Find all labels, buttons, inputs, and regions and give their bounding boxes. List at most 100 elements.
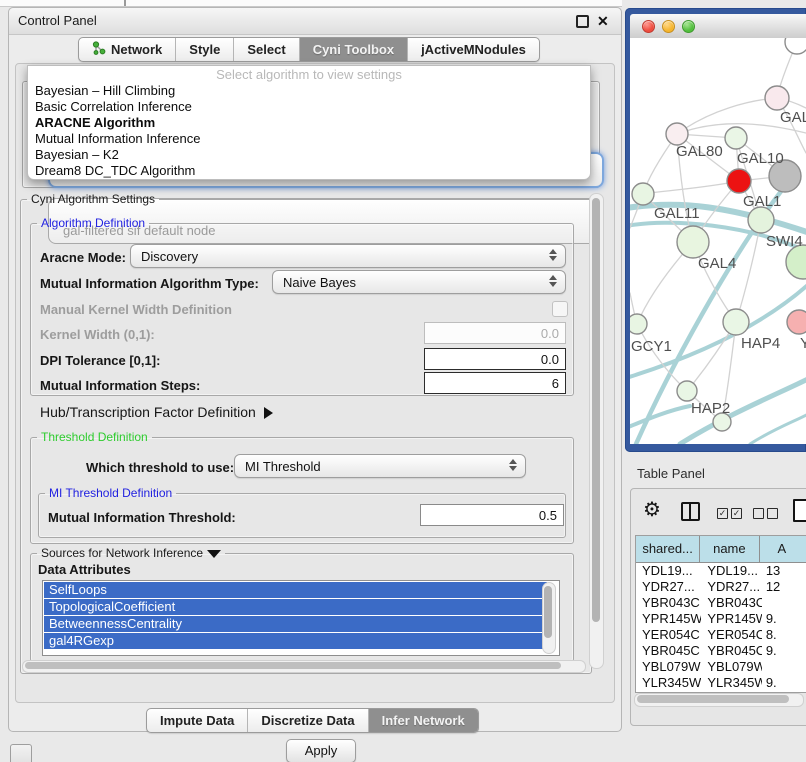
popup-prompt: Select algorithm to view settings <box>28 66 590 83</box>
network-node-label: GAL4 <box>698 255 736 272</box>
mac-minimize-icon[interactable] <box>662 20 675 33</box>
tab-discretize-data[interactable]: Discretize Data <box>248 709 368 732</box>
tab-infer-network[interactable]: Infer Network <box>369 709 478 732</box>
restore-icon[interactable] <box>576 15 589 28</box>
tab-network[interactable]: Network <box>79 38 176 61</box>
network-canvas[interactable]: GALGAL80GAL10GAL1GAL11SWI4GAL4GCY1HAP4YH… <box>630 38 806 444</box>
mi-type-label: Mutual Information Algorithm Type: <box>40 276 259 291</box>
data-attributes-list[interactable]: SelfLoopsTopologicalCoefficientBetweenne… <box>42 580 560 656</box>
which-threshold-combobox[interactable]: MI Threshold <box>234 454 526 478</box>
apply-button[interactable]: Apply <box>286 739 356 762</box>
tab-discretize-label: Discretize Data <box>261 713 354 728</box>
select-all-checks-icon[interactable]: ✓✓ <box>717 505 745 523</box>
table-row[interactable]: YBL079WYBL079W <box>636 659 806 675</box>
mac-close-icon[interactable] <box>642 20 655 33</box>
table-cell: 9. <box>762 643 806 659</box>
network-node-label: GAL <box>780 109 806 126</box>
gear-icon[interactable]: ⚙ <box>643 498 661 522</box>
tab-style[interactable]: Style <box>176 38 234 61</box>
table-row[interactable]: YDR27...YDR27...12 <box>636 579 806 595</box>
settings-horizontal-scrollbar[interactable] <box>22 660 586 673</box>
network-node[interactable] <box>785 38 806 54</box>
table-panel-title: Table Panel <box>637 466 705 481</box>
column-header-shared[interactable]: shared... <box>636 536 700 562</box>
network-node-label: GAL11 <box>654 205 700 222</box>
column-header-name[interactable]: name <box>700 536 759 562</box>
algorithm-option[interactable]: ARACNE Algorithm <box>28 115 590 131</box>
tab-cyni-label: Cyni Toolbox <box>313 42 394 57</box>
attributes-list-scrollbar[interactable] <box>542 582 556 654</box>
settings-vertical-scrollbar[interactable] <box>589 193 604 669</box>
table-row[interactable]: YER054CYER054C8. <box>636 627 806 643</box>
table-cell: YER054C <box>701 627 761 643</box>
table-row[interactable]: YLR345WYLR345W9. <box>636 675 806 691</box>
table-row[interactable]: YDL19...YDL19...13 <box>636 563 806 579</box>
table-row[interactable]: YBR043CYBR043C <box>636 595 806 611</box>
combo-arrows-icon <box>509 459 517 471</box>
tab-impute-data[interactable]: Impute Data <box>147 709 248 732</box>
top-strip <box>0 0 622 7</box>
attribute-list-item[interactable]: gal4RGexp <box>44 633 547 649</box>
network-node[interactable] <box>727 169 751 193</box>
mac-zoom-icon[interactable] <box>682 20 695 33</box>
tab-cyni-toolbox[interactable]: Cyni Toolbox <box>300 38 408 61</box>
table-row[interactable]: YBR045CYBR045C9. <box>636 643 806 659</box>
network-node[interactable] <box>630 314 647 334</box>
network-node[interactable] <box>748 207 774 233</box>
mi-steps-field[interactable]: 6 <box>424 372 566 394</box>
document-icon[interactable] <box>793 499 806 522</box>
dpi-tolerance-field[interactable]: 0.0 <box>424 348 566 370</box>
which-threshold-value: MI Threshold <box>245 459 321 474</box>
network-node[interactable] <box>765 86 789 110</box>
algorithm-option[interactable]: Bayesian – K2 <box>28 147 590 163</box>
mi-threshold-field[interactable]: 0.5 <box>420 504 564 526</box>
network-node-label: GCY1 <box>631 338 672 355</box>
network-edge <box>630 283 806 378</box>
network-window-titlebar[interactable] <box>630 14 806 39</box>
close-icon[interactable]: ✕ <box>597 15 609 27</box>
network-node[interactable] <box>725 127 747 149</box>
attribute-list-item[interactable]: SelfLoops <box>44 582 547 598</box>
column-header-third[interactable]: A <box>760 536 806 562</box>
data-attributes-label: Data Attributes <box>38 562 131 577</box>
tab-select[interactable]: Select <box>234 38 299 61</box>
algorithm-option[interactable]: Dream8 DC_TDC Algorithm <box>28 163 590 179</box>
deselect-all-checks-icon[interactable] <box>753 505 781 523</box>
mi-type-combobox[interactable]: Naive Bayes <box>272 270 566 294</box>
collapse-down-icon <box>207 550 221 558</box>
network-node[interactable] <box>632 183 654 205</box>
node-table: shared... name A YDL19...YDL19...13YDR27… <box>635 535 806 693</box>
kernel-width-field[interactable]: 0.0 <box>424 322 566 344</box>
network-node[interactable] <box>677 381 697 401</box>
aracne-mode-combobox[interactable]: Discovery <box>130 244 566 268</box>
table-horizontal-scrollbar[interactable] <box>634 693 804 707</box>
network-node[interactable] <box>723 309 749 335</box>
control-panel-titlebar: Control Panel ✕ <box>9 8 621 35</box>
table-cell: YBR045C <box>636 643 701 659</box>
hub-definition-toggle[interactable]: Hub/Transcription Factor Definition <box>40 404 273 420</box>
tab-jactivemnodules[interactable]: jActiveMNodules <box>408 38 539 61</box>
network-node[interactable] <box>666 123 688 145</box>
manual-kernel-checkbox[interactable] <box>552 301 568 317</box>
combo-arrows-icon <box>549 275 557 287</box>
network-node[interactable] <box>787 310 806 334</box>
control-panel-window: Control Panel ✕ Network Style Select <box>8 7 622 732</box>
algorithm-option[interactable]: Mutual Information Inference <box>28 131 590 147</box>
network-node[interactable] <box>786 245 806 279</box>
mi-threshold-label: Mutual Information Threshold: <box>48 510 236 525</box>
network-node-label: HAP4 <box>741 335 780 352</box>
network-node[interactable] <box>677 226 709 258</box>
sources-legend[interactable]: Sources for Network Inference <box>37 546 225 560</box>
table-row[interactable]: YPR145WYPR145W9. <box>636 611 806 627</box>
combo-arrows-icon <box>549 249 557 261</box>
network-edge <box>630 406 690 428</box>
attribute-list-item[interactable]: TopologicalCoefficient <box>44 599 547 615</box>
algorithm-option[interactable]: Basic Correlation Inference <box>28 99 590 115</box>
table-toolbar: ⚙ ✓✓ <box>631 489 806 535</box>
attribute-list-item[interactable]: BetweennessCentrality <box>44 616 547 632</box>
expand-right-icon <box>264 407 273 419</box>
algorithm-option[interactable]: Bayesian – Hill Climbing <box>28 83 590 99</box>
tab-network-label: Network <box>111 42 162 57</box>
columns-icon[interactable] <box>681 502 700 521</box>
collapse-corner-button[interactable] <box>10 744 32 762</box>
